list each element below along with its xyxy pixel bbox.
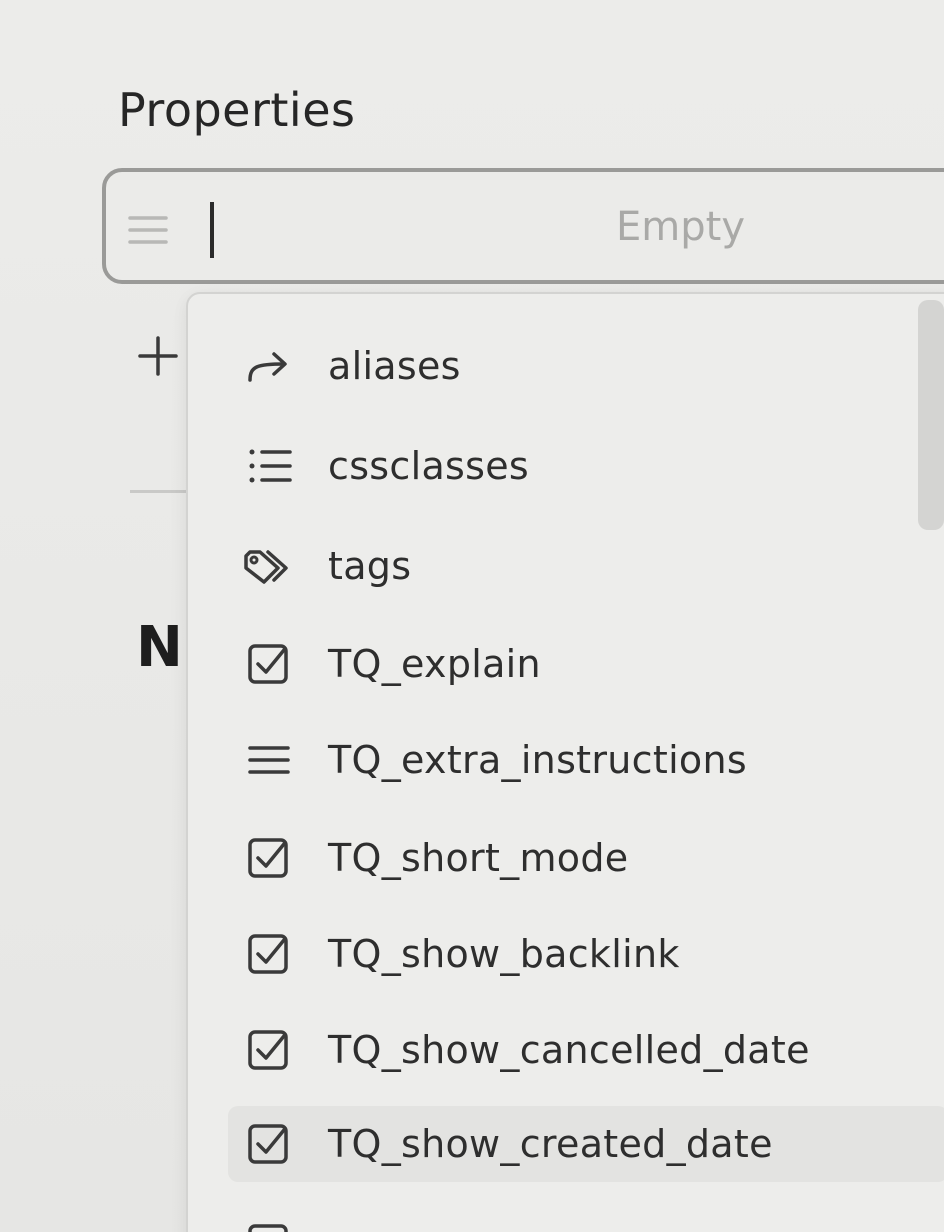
suggestion-label: tags: [328, 544, 412, 588]
property-suggestions-dropdown: aliases cssclasses tags TQ_explain TQ_ex…: [186, 292, 944, 1232]
suggestion-label: cssclasses: [328, 444, 529, 488]
checkbox-icon: [238, 834, 298, 882]
suggestion-item-tq-show-cancelled-date[interactable]: TQ_show_cancelled_date: [228, 1012, 944, 1088]
suggestion-item-tags[interactable]: tags: [228, 528, 944, 604]
suggestion-label: TQ_show_cancelled_date: [328, 1028, 810, 1072]
checkbox-icon: [238, 930, 298, 978]
list-icon: [238, 442, 298, 490]
checkbox-icon: [238, 1120, 298, 1168]
checkbox-icon: [238, 640, 298, 688]
dropdown-scrollbar[interactable]: [918, 300, 944, 530]
text-cursor: [210, 202, 214, 258]
tags-icon: [238, 542, 298, 590]
suggestion-item-partial[interactable]: [228, 1206, 944, 1232]
suggestion-item-cssclasses[interactable]: cssclasses: [228, 428, 944, 504]
property-name-input[interactable]: [202, 192, 582, 262]
suggestion-label: aliases: [328, 344, 461, 388]
suggestion-item-tq-extra-instructions[interactable]: TQ_extra_instructions: [228, 722, 944, 798]
suggestion-label: TQ_explain: [328, 642, 541, 686]
plus-icon: [130, 328, 186, 384]
suggestion-item-aliases[interactable]: aliases: [228, 328, 944, 404]
suggestion-item-tq-short-mode[interactable]: TQ_short_mode: [228, 820, 944, 896]
text-lines-icon: [238, 736, 298, 784]
checkbox-icon: [238, 1220, 298, 1232]
property-value-input[interactable]: [606, 192, 944, 262]
suggestion-item-tq-show-created-date[interactable]: TQ_show_created_date: [228, 1106, 944, 1182]
suggestion-label: TQ_short_mode: [328, 836, 629, 880]
forward-arrow-icon: [238, 342, 298, 390]
suggestion-item-tq-explain[interactable]: TQ_explain: [228, 626, 944, 702]
properties-heading: Properties: [118, 83, 356, 137]
properties-view: Properties N: [0, 0, 944, 1232]
checkbox-icon: [238, 1026, 298, 1074]
suggestion-label: TQ_show_backlink: [328, 932, 680, 976]
divider: [130, 490, 190, 493]
suggestion-label: TQ_extra_instructions: [328, 738, 747, 782]
suggestion-label: TQ_show_created_date: [328, 1122, 773, 1166]
text-lines-icon[interactable]: [126, 210, 170, 250]
new-property-row: [102, 168, 944, 284]
suggestion-item-tq-show-backlink[interactable]: TQ_show_backlink: [228, 916, 944, 992]
add-property-button[interactable]: [130, 328, 186, 384]
